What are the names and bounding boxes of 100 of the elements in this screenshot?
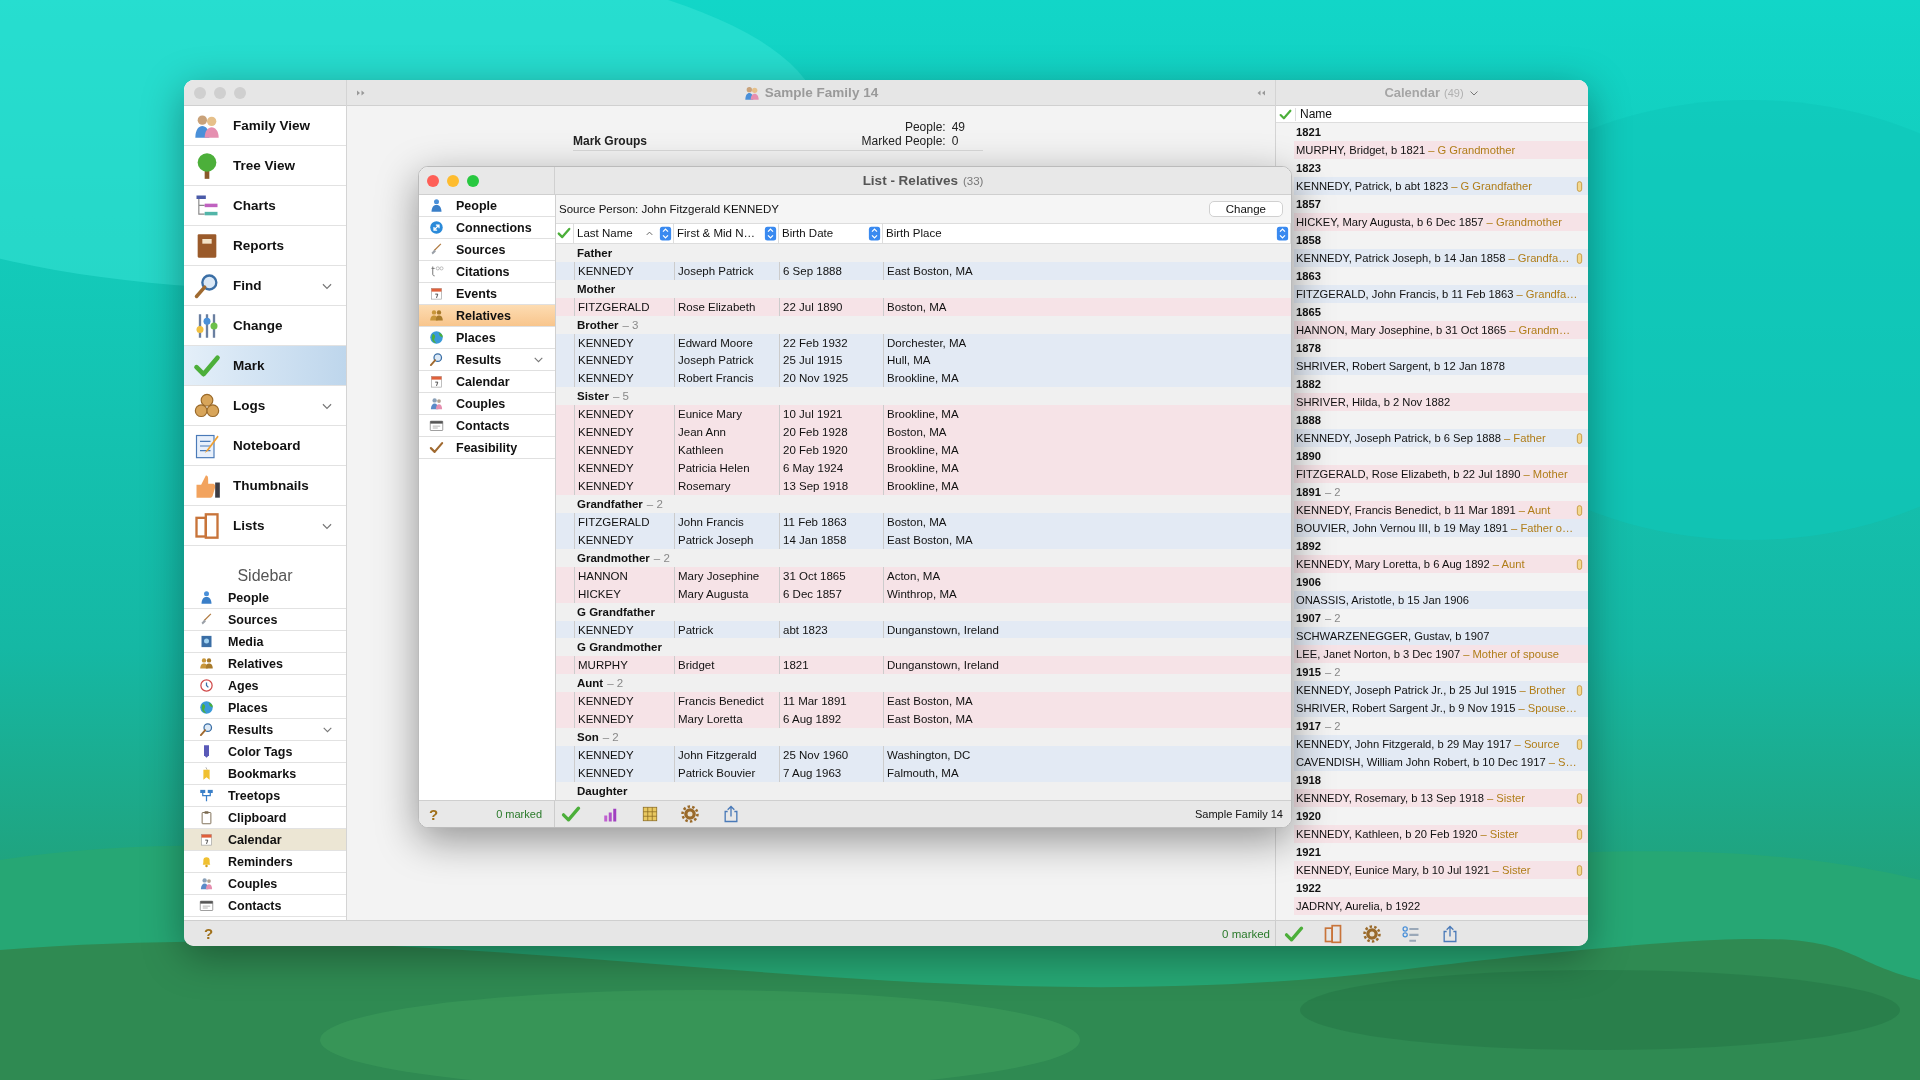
calendar-row[interactable]: LEE, Janet Norton, b 3 Dec 1907 – Mother of spouse <box>1294 645 1588 663</box>
nav-item[interactable]: Reports <box>184 226 346 266</box>
list-icon[interactable] <box>1401 923 1421 944</box>
calendar-row[interactable]: HANNON, Mary Josephine, b 31 Oct 1865 – Grandm… <box>1294 321 1588 339</box>
list-type-item[interactable]: People <box>419 195 555 217</box>
change-button[interactable]: Change <box>1208 200 1283 217</box>
list-type-item[interactable]: Places <box>419 327 555 349</box>
list-type-item[interactable]: Contacts <box>419 415 555 437</box>
sidebar-item[interactable]: Sources <box>184 609 346 631</box>
sort-icon[interactable] <box>867 225 882 241</box>
help-button[interactable]: ? <box>204 925 214 942</box>
gear-icon[interactable] <box>680 804 700 824</box>
sidebar-item[interactable]: Bookmarks <box>184 763 346 785</box>
calendar-row[interactable]: KENNEDY, John Fitzgerald, b 29 May 1917 – Source <box>1294 735 1588 753</box>
calendar-row[interactable]: SCHWARZENEGGER, Gustav, b 1907 <box>1294 627 1588 645</box>
table-row[interactable]: MURPHY Bridget 1821 Dunganstown, Ireland <box>556 656 1291 675</box>
column-header[interactable]: Birth Date <box>782 227 864 240</box>
column-header[interactable]: Birth Place <box>886 227 1272 240</box>
close-button[interactable] <box>427 174 439 187</box>
list-type-item[interactable]: Connections <box>419 217 555 239</box>
sidebar-item[interactable]: Relatives <box>184 653 346 675</box>
calendar-row[interactable]: KENNEDY, Mary Loretta, b 6 Aug 1892 – Aunt <box>1294 555 1588 573</box>
sidebar-item[interactable]: Contacts <box>184 895 346 917</box>
checkmark-icon[interactable] <box>561 804 581 824</box>
list-type-item[interactable]: Relatives <box>419 305 555 327</box>
list-type-item[interactable]: Citations <box>419 261 555 283</box>
calendar-row[interactable]: ONASSIS, Aristotle, b 15 Jan 1906 <box>1294 591 1588 609</box>
sort-icon[interactable] <box>763 225 778 241</box>
sidebar-item[interactable]: Ages <box>184 675 346 697</box>
help-button[interactable]: ? <box>429 805 439 823</box>
shovel-icon <box>199 612 214 627</box>
checkmark-icon <box>429 440 444 455</box>
nav-item[interactable]: Noteboard <box>184 426 346 466</box>
list-type-item[interactable]: Couples <box>419 393 555 415</box>
sidebar-item[interactable]: Results <box>184 719 346 741</box>
nav-item[interactable]: Charts <box>184 186 346 226</box>
grid-icon[interactable] <box>641 805 659 823</box>
calendar-row[interactable]: BOUVIER, John Vernou III, b 19 May 1891 – Father o… <box>1294 519 1588 537</box>
calendar-row[interactable]: KENNEDY, Joseph Patrick, b 6 Sep 1888 – Father <box>1294 429 1588 447</box>
sort-icon[interactable] <box>658 225 673 241</box>
sidebar-item[interactable]: Couples <box>184 873 346 895</box>
table-cell: HICKEY <box>574 584 674 603</box>
list-type-item[interactable]: Feasibility <box>419 437 555 459</box>
list-type-item[interactable]: Sources <box>419 239 555 261</box>
table-row[interactable]: KENNEDY Eunice Mary 10 Jul 1921 Brookline, MA <box>556 405 1291 424</box>
sidebar-item[interactable]: Treetops <box>184 785 346 807</box>
table-cell: Joseph Patrick <box>674 261 779 280</box>
column-header[interactable]: Last Name <box>577 227 641 240</box>
calendar-row[interactable]: MURPHY, Bridget, b 1821 – G Grandmother <box>1294 141 1588 159</box>
column-header[interactable]: First & Mid N… <box>677 227 760 240</box>
panel-title: Calendar <box>1384 85 1441 100</box>
panels-icon[interactable] <box>1323 923 1343 944</box>
calendar-row[interactable]: SHRIVER, Hilda, b 2 Nov 1882 <box>1294 393 1588 411</box>
nav-item[interactable]: Family View <box>184 106 346 146</box>
table-row[interactable]: KENNEDY Robert Francis 20 Nov 1925 Brookline, MA <box>556 369 1291 388</box>
gear-icon[interactable] <box>1362 923 1382 944</box>
sidebar-item[interactable]: Reminders <box>184 851 346 873</box>
nav-item[interactable]: Tree View <box>184 146 346 186</box>
calendar-row[interactable]: FITZGERALD, John Francis, b 11 Feb 1863 – Grandfa… <box>1294 285 1588 303</box>
sidebar-item[interactable]: Places <box>184 697 346 719</box>
table-cell: Brookline, MA <box>883 477 1291 495</box>
calendar-row[interactable]: JADRNY, Aurelia, b 1922 <box>1294 897 1588 915</box>
nav-item[interactable]: Lists <box>184 506 346 546</box>
calendar-row[interactable]: KENNEDY, Patrick Joseph, b 14 Jan 1858 – Grandfa… <box>1294 249 1588 267</box>
calendar-row[interactable]: HICKEY, Mary Augusta, b 6 Dec 1857 – Grandmother <box>1294 213 1588 231</box>
calendar-row[interactable]: KENNEDY, Francis Benedict, b 11 Mar 1891 – Aunt <box>1294 501 1588 519</box>
calendar-row[interactable]: SHRIVER, Robert Sargent Jr., b 9 Nov 1915 – Spouse… <box>1294 699 1588 717</box>
table-row[interactable]: KENNEDY Rosemary 13 Sep 1918 Brookline, MA <box>556 477 1291 495</box>
table-row[interactable]: KENNEDY Mary Loretta 6 Aug 1892 East Boston, MA <box>556 710 1291 729</box>
calendar-row[interactable]: SHRIVER, Robert Sargent, b 12 Jan 1878 <box>1294 357 1588 375</box>
table-row[interactable]: KENNEDY Kathleen 20 Feb 1920 Brookline, MA <box>556 441 1291 460</box>
table-row[interactable]: KENNEDY Francis Benedict 11 Mar 1891 East Boston, MA <box>556 692 1291 711</box>
table-row[interactable]: KENNEDY Patricia Helen 6 May 1924 Brookline, MA <box>556 459 1291 478</box>
table-row[interactable]: KENNEDY John Fitzgerald 25 Nov 1960 Washington, DC <box>556 746 1291 765</box>
marked-count: 0 marked <box>496 808 542 820</box>
nav-item[interactable]: Mark <box>184 346 346 386</box>
sidebar-item[interactable]: Media <box>184 631 346 653</box>
table-row[interactable]: KENNEDY Joseph Patrick 25 Jul 1915 Hull, MA <box>556 351 1291 370</box>
sidebar-item[interactable]: Calendar <box>184 829 346 851</box>
calendar-row[interactable]: KENNEDY, Rosemary, b 13 Sep 1918 – Sister <box>1294 789 1588 807</box>
sidebar-item[interactable]: People <box>184 587 346 609</box>
sidebar-item[interactable]: Color Tags <box>184 741 346 763</box>
year-heading: 1921 <box>1296 846 1321 858</box>
calendar-row[interactable]: KENNEDY, Joseph Patrick Jr., b 25 Jul 1915 – Brother <box>1294 681 1588 699</box>
table-row[interactable]: KENNEDY Jean Ann 20 Feb 1928 Boston, MA <box>556 423 1291 442</box>
calendar-row[interactable]: FITZGERALD, Rose Elizabeth, b 22 Jul 1890 – Mother <box>1294 465 1588 483</box>
nav-item[interactable]: Find <box>184 266 346 306</box>
column-header[interactable]: Name <box>1296 107 1332 121</box>
nav-item[interactable]: Thumbnails <box>184 466 346 506</box>
calendar-row[interactable]: KENNEDY, Patrick, b abt 1823 – G Grandfather <box>1294 177 1588 195</box>
list-type-item[interactable]: Results <box>419 349 555 371</box>
sort-icon[interactable] <box>1275 225 1290 241</box>
calendar-row[interactable]: KENNEDY, Eunice Mary, b 10 Jul 1921 – Sister <box>1294 861 1588 879</box>
calendar-row[interactable]: CAVENDISH, William John Robert, b 10 Dec 1917 – S… <box>1294 753 1588 771</box>
checkmark-icon[interactable] <box>1284 923 1304 944</box>
zoom-button[interactable] <box>467 174 479 187</box>
list-type-item[interactable]: Calendar <box>419 371 555 393</box>
calendar-row[interactable]: KENNEDY, Kathleen, b 20 Feb 1920 – Sister <box>1294 825 1588 843</box>
nav-item[interactable]: Logs <box>184 386 346 426</box>
table-row[interactable]: KENNEDY Patrick Bouvier 7 Aug 1963 Falmouth, MA <box>556 764 1291 782</box>
